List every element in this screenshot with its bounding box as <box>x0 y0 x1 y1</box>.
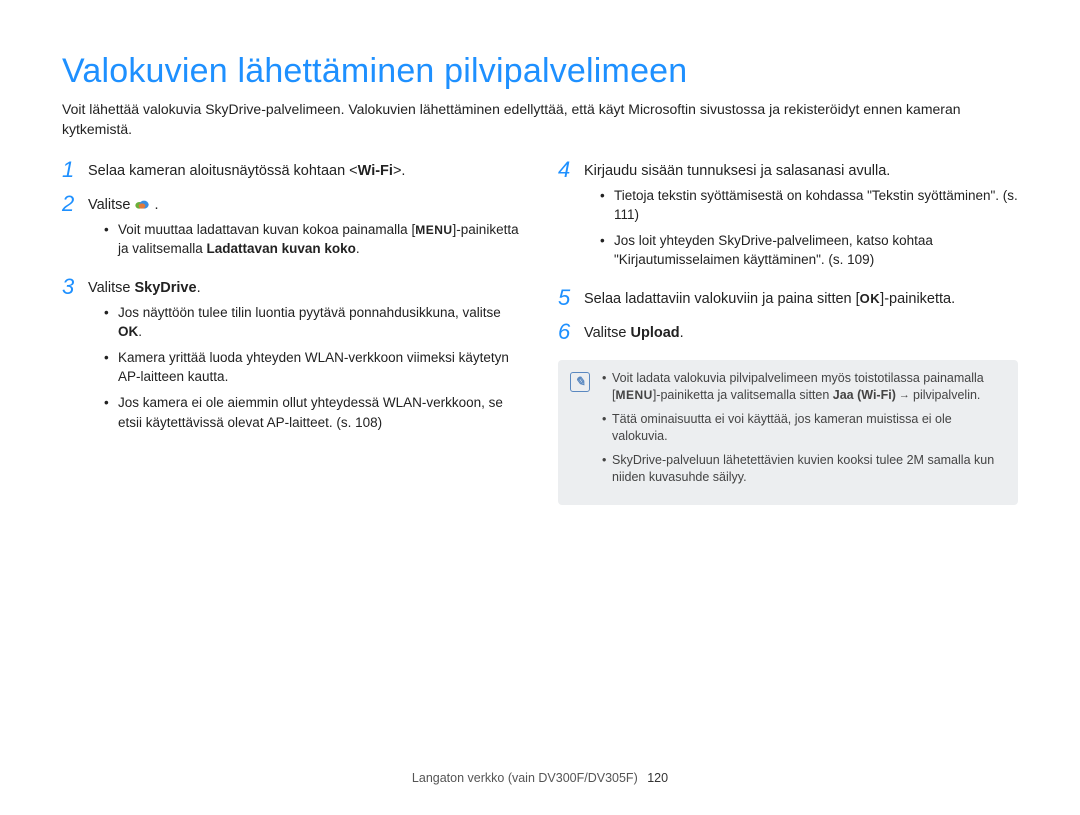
menu-icon: MENU <box>615 388 652 402</box>
step-text: Kirjaudu sisään tunnuksesi ja salasanasi… <box>584 161 1018 182</box>
step-3: 3 Valitse SkyDrive. Jos näyttöön tulee t… <box>62 275 522 442</box>
step-4: 4 Kirjaudu sisään tunnuksesi ja salasana… <box>558 158 1018 280</box>
note-box: ✎ Voit ladata valokuvia pilvipalvelimeen… <box>558 360 1018 505</box>
step-1: 1 Selaa kameran aloitusnäytössä kohtaan … <box>62 158 522 186</box>
right-column: 4 Kirjaudu sisään tunnuksesi ja salasana… <box>558 158 1018 505</box>
note-list: Voit ladata valokuvia pilvipalvelimeen m… <box>602 370 1004 493</box>
left-column: 1 Selaa kameran aloitusnäytössä kohtaan … <box>62 158 522 505</box>
step-number: 1 <box>62 158 80 186</box>
list-item: Jos kamera ei ole aiemmin ollut yhteydes… <box>110 393 522 432</box>
page-number: 120 <box>647 771 668 785</box>
step-text: Selaa kameran aloitusnäytössä kohtaan <W… <box>88 161 522 182</box>
step-text: Selaa ladattaviin valokuviin ja paina si… <box>584 289 1018 310</box>
step-6: 6 Valitse Upload. <box>558 320 1018 348</box>
list-item: SkyDrive-palveluun lähetettävien kuvien … <box>602 452 1004 487</box>
list-item: Jos loit yhteyden SkyDrive-palvelimeen, … <box>606 231 1018 270</box>
ok-icon: OK <box>860 291 881 306</box>
step-number: 4 <box>558 158 576 280</box>
footer: Langaton verkko (vain DV300F/DV305F) 120 <box>0 771 1080 785</box>
step-number: 2 <box>62 192 80 269</box>
note-icon: ✎ <box>570 372 590 392</box>
list-item: Voit ladata valokuvia pilvipalvelimeen m… <box>602 370 1004 405</box>
list-item: Tietoja tekstin syöttämisestä on kohdass… <box>606 186 1018 225</box>
sub-list: Tietoja tekstin syöttämisestä on kohdass… <box>584 186 1018 270</box>
step-number: 6 <box>558 320 576 348</box>
step-2: 2 Valitse . Voit muuttaa ladattavan kuva… <box>62 192 522 269</box>
step-text: Valitse SkyDrive. <box>88 278 522 299</box>
step-number: 3 <box>62 275 80 442</box>
arrow-icon: → <box>896 389 913 401</box>
list-item: Voit muuttaa ladattavan kuvan kokoa pain… <box>110 220 522 259</box>
footer-section: Langaton verkko (vain DV300F/DV305F) <box>412 771 638 785</box>
sub-list: Jos näyttöön tulee tilin luontia pyytävä… <box>88 303 522 432</box>
sub-list: Voit muuttaa ladattavan kuvan kokoa pain… <box>88 220 522 259</box>
step-text: Valitse Upload. <box>584 323 1018 344</box>
step-text: Valitse . <box>88 195 522 216</box>
menu-icon: MENU <box>415 223 452 237</box>
list-item: Tätä ominaisuutta ei voi käyttää, jos ka… <box>602 411 1004 446</box>
intro-paragraph: Voit lähettää valokuvia SkyDrive-palveli… <box>62 99 1018 140</box>
step-5: 5 Selaa ladattaviin valokuviin ja paina … <box>558 286 1018 314</box>
cloud-icon <box>134 198 150 210</box>
content-columns: 1 Selaa kameran aloitusnäytössä kohtaan … <box>62 158 1018 505</box>
list-item: Kamera yrittää luoda yhteyden WLAN-verkk… <box>110 348 522 387</box>
list-item: Jos näyttöön tulee tilin luontia pyytävä… <box>110 303 522 342</box>
page-title: Valokuvien lähettäminen pilvipalvelimeen <box>62 52 1018 91</box>
step-number: 5 <box>558 286 576 314</box>
